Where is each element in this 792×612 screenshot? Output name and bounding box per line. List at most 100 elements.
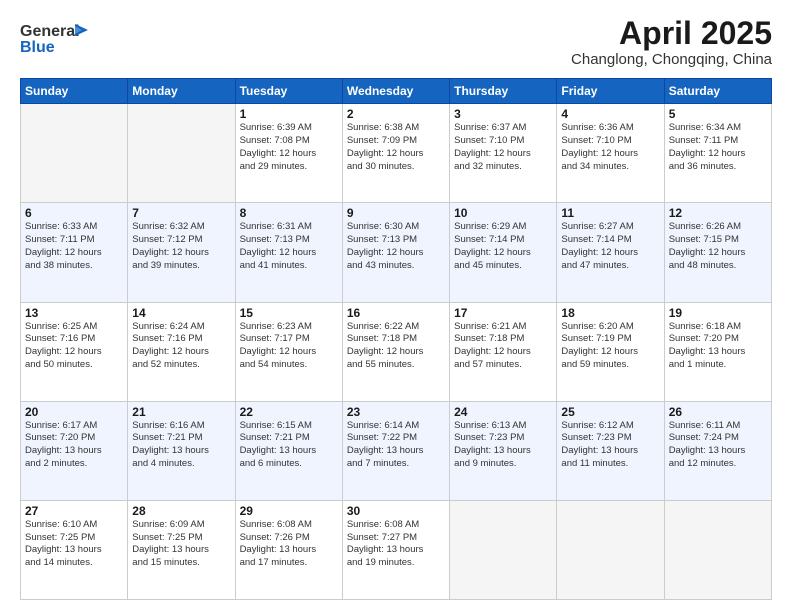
cell-day-number: 16: [347, 306, 445, 320]
cell-day-number: 27: [25, 504, 123, 518]
day-header-wednesday: Wednesday: [342, 79, 449, 104]
cell-info: Sunrise: 6:37 AM Sunset: 7:10 PM Dayligh…: [454, 122, 552, 173]
cell-day-number: 24: [454, 405, 552, 419]
calendar-cell: 21Sunrise: 6:16 AM Sunset: 7:21 PM Dayli…: [128, 401, 235, 500]
cell-day-number: 30: [347, 504, 445, 518]
calendar-cell: 7Sunrise: 6:32 AM Sunset: 7:12 PM Daylig…: [128, 203, 235, 302]
calendar-cell: 28Sunrise: 6:09 AM Sunset: 7:25 PM Dayli…: [128, 500, 235, 599]
day-header-tuesday: Tuesday: [235, 79, 342, 104]
cell-day-number: 3: [454, 107, 552, 121]
calendar-table: SundayMondayTuesdayWednesdayThursdayFrid…: [20, 78, 772, 600]
calendar-cell: 18Sunrise: 6:20 AM Sunset: 7:19 PM Dayli…: [557, 302, 664, 401]
week-row-5: 27Sunrise: 6:10 AM Sunset: 7:25 PM Dayli…: [21, 500, 772, 599]
calendar-cell: 9Sunrise: 6:30 AM Sunset: 7:13 PM Daylig…: [342, 203, 449, 302]
cell-info: Sunrise: 6:21 AM Sunset: 7:18 PM Dayligh…: [454, 321, 552, 372]
calendar-cell: 12Sunrise: 6:26 AM Sunset: 7:15 PM Dayli…: [664, 203, 771, 302]
cell-info: Sunrise: 6:20 AM Sunset: 7:19 PM Dayligh…: [561, 321, 659, 372]
logo: General Blue: [20, 16, 90, 56]
week-row-2: 6Sunrise: 6:33 AM Sunset: 7:11 PM Daylig…: [21, 203, 772, 302]
calendar-cell: 15Sunrise: 6:23 AM Sunset: 7:17 PM Dayli…: [235, 302, 342, 401]
cell-day-number: 9: [347, 206, 445, 220]
calendar-cell: [450, 500, 557, 599]
cell-info: Sunrise: 6:10 AM Sunset: 7:25 PM Dayligh…: [25, 519, 123, 570]
cell-info: Sunrise: 6:30 AM Sunset: 7:13 PM Dayligh…: [347, 221, 445, 272]
day-header-monday: Monday: [128, 79, 235, 104]
cell-day-number: 26: [669, 405, 767, 419]
cell-day-number: 25: [561, 405, 659, 419]
cell-info: Sunrise: 6:18 AM Sunset: 7:20 PM Dayligh…: [669, 321, 767, 372]
calendar-cell: 1Sunrise: 6:39 AM Sunset: 7:08 PM Daylig…: [235, 104, 342, 203]
cell-day-number: 29: [240, 504, 338, 518]
cell-day-number: 4: [561, 107, 659, 121]
cell-info: Sunrise: 6:22 AM Sunset: 7:18 PM Dayligh…: [347, 321, 445, 372]
cell-info: Sunrise: 6:34 AM Sunset: 7:11 PM Dayligh…: [669, 122, 767, 173]
cell-day-number: 18: [561, 306, 659, 320]
cell-info: Sunrise: 6:09 AM Sunset: 7:25 PM Dayligh…: [132, 519, 230, 570]
calendar-cell: 26Sunrise: 6:11 AM Sunset: 7:24 PM Dayli…: [664, 401, 771, 500]
logo-icon: General Blue: [20, 16, 90, 56]
cell-day-number: 1: [240, 107, 338, 121]
calendar-cell: 23Sunrise: 6:14 AM Sunset: 7:22 PM Dayli…: [342, 401, 449, 500]
calendar-cell: 16Sunrise: 6:22 AM Sunset: 7:18 PM Dayli…: [342, 302, 449, 401]
cell-info: Sunrise: 6:12 AM Sunset: 7:23 PM Dayligh…: [561, 420, 659, 471]
cell-info: Sunrise: 6:25 AM Sunset: 7:16 PM Dayligh…: [25, 321, 123, 372]
cell-info: Sunrise: 6:38 AM Sunset: 7:09 PM Dayligh…: [347, 122, 445, 173]
calendar-cell: 2Sunrise: 6:38 AM Sunset: 7:09 PM Daylig…: [342, 104, 449, 203]
cell-info: Sunrise: 6:39 AM Sunset: 7:08 PM Dayligh…: [240, 122, 338, 173]
title-block: April 2025 Changlong, Chongqing, China: [571, 16, 772, 68]
cell-day-number: 20: [25, 405, 123, 419]
cell-info: Sunrise: 6:17 AM Sunset: 7:20 PM Dayligh…: [25, 420, 123, 471]
calendar-cell: 8Sunrise: 6:31 AM Sunset: 7:13 PM Daylig…: [235, 203, 342, 302]
calendar-cell: 3Sunrise: 6:37 AM Sunset: 7:10 PM Daylig…: [450, 104, 557, 203]
calendar-cell: 25Sunrise: 6:12 AM Sunset: 7:23 PM Dayli…: [557, 401, 664, 500]
cell-day-number: 11: [561, 206, 659, 220]
calendar-cell: 4Sunrise: 6:36 AM Sunset: 7:10 PM Daylig…: [557, 104, 664, 203]
cell-info: Sunrise: 6:32 AM Sunset: 7:12 PM Dayligh…: [132, 221, 230, 272]
calendar-cell: 24Sunrise: 6:13 AM Sunset: 7:23 PM Dayli…: [450, 401, 557, 500]
cell-day-number: 17: [454, 306, 552, 320]
calendar-cell: 13Sunrise: 6:25 AM Sunset: 7:16 PM Dayli…: [21, 302, 128, 401]
cell-day-number: 19: [669, 306, 767, 320]
cell-info: Sunrise: 6:13 AM Sunset: 7:23 PM Dayligh…: [454, 420, 552, 471]
calendar-cell: 11Sunrise: 6:27 AM Sunset: 7:14 PM Dayli…: [557, 203, 664, 302]
cell-info: Sunrise: 6:33 AM Sunset: 7:11 PM Dayligh…: [25, 221, 123, 272]
cell-info: Sunrise: 6:15 AM Sunset: 7:21 PM Dayligh…: [240, 420, 338, 471]
cell-info: Sunrise: 6:08 AM Sunset: 7:26 PM Dayligh…: [240, 519, 338, 570]
calendar-cell: 19Sunrise: 6:18 AM Sunset: 7:20 PM Dayli…: [664, 302, 771, 401]
cell-info: Sunrise: 6:14 AM Sunset: 7:22 PM Dayligh…: [347, 420, 445, 471]
calendar-cell: [21, 104, 128, 203]
cell-info: Sunrise: 6:23 AM Sunset: 7:17 PM Dayligh…: [240, 321, 338, 372]
cell-info: Sunrise: 6:29 AM Sunset: 7:14 PM Dayligh…: [454, 221, 552, 272]
cell-day-number: 21: [132, 405, 230, 419]
cell-day-number: 23: [347, 405, 445, 419]
calendar-cell: 22Sunrise: 6:15 AM Sunset: 7:21 PM Dayli…: [235, 401, 342, 500]
cell-info: Sunrise: 6:16 AM Sunset: 7:21 PM Dayligh…: [132, 420, 230, 471]
header: General Blue April 2025 Changlong, Chong…: [20, 16, 772, 68]
calendar-cell: [664, 500, 771, 599]
header-row: SundayMondayTuesdayWednesdayThursdayFrid…: [21, 79, 772, 104]
calendar-cell: 17Sunrise: 6:21 AM Sunset: 7:18 PM Dayli…: [450, 302, 557, 401]
calendar-cell: 27Sunrise: 6:10 AM Sunset: 7:25 PM Dayli…: [21, 500, 128, 599]
page-subtitle: Changlong, Chongqing, China: [571, 51, 772, 68]
cell-day-number: 10: [454, 206, 552, 220]
page: General Blue April 2025 Changlong, Chong…: [0, 0, 792, 612]
week-row-1: 1Sunrise: 6:39 AM Sunset: 7:08 PM Daylig…: [21, 104, 772, 203]
calendar-cell: 29Sunrise: 6:08 AM Sunset: 7:26 PM Dayli…: [235, 500, 342, 599]
cell-info: Sunrise: 6:27 AM Sunset: 7:14 PM Dayligh…: [561, 221, 659, 272]
page-title: April 2025: [571, 16, 772, 51]
calendar-cell: [557, 500, 664, 599]
calendar-cell: 10Sunrise: 6:29 AM Sunset: 7:14 PM Dayli…: [450, 203, 557, 302]
calendar-cell: [128, 104, 235, 203]
week-row-3: 13Sunrise: 6:25 AM Sunset: 7:16 PM Dayli…: [21, 302, 772, 401]
calendar-cell: 14Sunrise: 6:24 AM Sunset: 7:16 PM Dayli…: [128, 302, 235, 401]
cell-info: Sunrise: 6:26 AM Sunset: 7:15 PM Dayligh…: [669, 221, 767, 272]
cell-info: Sunrise: 6:08 AM Sunset: 7:27 PM Dayligh…: [347, 519, 445, 570]
cell-day-number: 5: [669, 107, 767, 121]
day-header-sunday: Sunday: [21, 79, 128, 104]
cell-day-number: 8: [240, 206, 338, 220]
svg-text:Blue: Blue: [20, 39, 55, 56]
day-header-friday: Friday: [557, 79, 664, 104]
calendar-cell: 30Sunrise: 6:08 AM Sunset: 7:27 PM Dayli…: [342, 500, 449, 599]
cell-day-number: 22: [240, 405, 338, 419]
week-row-4: 20Sunrise: 6:17 AM Sunset: 7:20 PM Dayli…: [21, 401, 772, 500]
